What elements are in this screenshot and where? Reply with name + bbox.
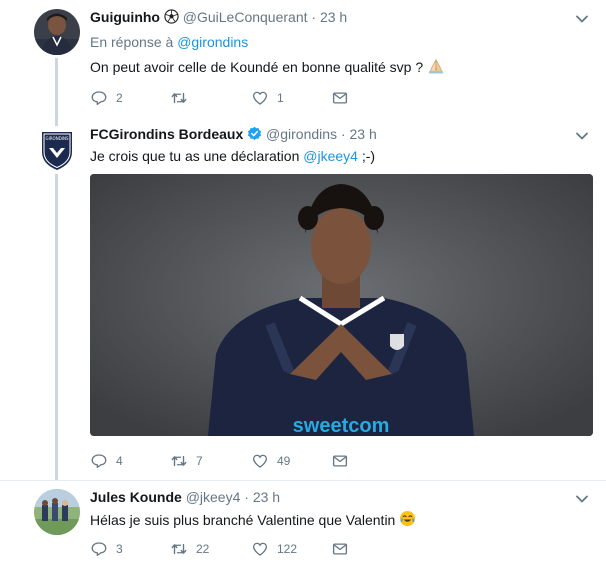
avatar[interactable] bbox=[34, 9, 80, 55]
tweet-text: On peut avoir celle de Koundé en bonne q… bbox=[90, 58, 445, 77]
reply-button[interactable]: 2 bbox=[90, 88, 123, 108]
handle[interactable]: @GuiLeConquerant bbox=[183, 9, 308, 25]
envelope-icon bbox=[332, 543, 348, 555]
like-button[interactable]: 122 bbox=[251, 539, 297, 559]
envelope-icon bbox=[332, 455, 348, 467]
reply-icon bbox=[91, 542, 107, 557]
separator: · bbox=[311, 9, 317, 25]
tweet-actions: 2 1 bbox=[90, 88, 590, 108]
retweet-icon bbox=[171, 455, 187, 467]
tweet-header: Jules Kounde @jkeey4 · 23 h bbox=[90, 489, 280, 505]
retweet-count: 7 bbox=[196, 454, 203, 468]
handle[interactable]: @jkeey4 bbox=[186, 489, 241, 505]
like-button[interactable]: 49 bbox=[251, 451, 290, 471]
tweet-header: FCGirondins Bordeaux @girondins · 23 h bbox=[90, 126, 377, 144]
tweet-media-photo[interactable]: sweetcom bbox=[90, 174, 593, 436]
envelope-icon bbox=[332, 92, 348, 104]
display-name[interactable]: FCGirondins Bordeaux bbox=[90, 126, 243, 142]
display-name[interactable]: Jules Kounde bbox=[90, 489, 182, 505]
like-button[interactable]: 1 bbox=[251, 88, 284, 108]
reply-mention[interactable]: @girondins bbox=[177, 34, 248, 50]
reply-icon bbox=[91, 91, 107, 106]
thread-line bbox=[55, 58, 58, 120]
like-count: 1 bbox=[277, 91, 284, 105]
reply-count: 2 bbox=[116, 91, 123, 105]
display-name[interactable]: Guiguinho bbox=[90, 9, 160, 25]
retweet-icon bbox=[171, 92, 187, 104]
face-with-tears-of-joy-icon bbox=[399, 510, 416, 530]
text-suffix: ;-) bbox=[361, 148, 376, 164]
tweet-header: Guiguinho @GuiLeConquerant · 23 h bbox=[90, 9, 347, 27]
retweet-count: 22 bbox=[196, 542, 210, 556]
text-mention[interactable]: @jkeey4 bbox=[303, 148, 358, 164]
tweet-jules-kounde[interactable]: Jules Kounde @jkeey4 · 23 h Hélas je sui… bbox=[0, 481, 606, 563]
reply-prefix: En réponse à bbox=[90, 34, 174, 50]
retweet-button[interactable]: 22 bbox=[170, 539, 209, 559]
reply-count: 3 bbox=[116, 542, 123, 556]
retweet-button[interactable]: 7 bbox=[170, 451, 203, 471]
separator: · bbox=[340, 126, 346, 142]
chevron-down-icon[interactable] bbox=[574, 491, 590, 507]
tweet-text-body: Hélas je suis plus branché Valentine que… bbox=[90, 512, 396, 528]
tweet-actions: 3 22 122 bbox=[90, 539, 590, 559]
reply-button[interactable]: 3 bbox=[90, 539, 123, 559]
like-count: 49 bbox=[277, 454, 291, 468]
verified-badge-icon bbox=[247, 126, 262, 144]
reply-count: 4 bbox=[116, 454, 123, 468]
timestamp[interactable]: 23 h bbox=[253, 489, 280, 505]
reply-icon bbox=[91, 454, 107, 469]
tweet-text: Je crois que tu as une déclaration @jkee… bbox=[90, 148, 375, 164]
separator: · bbox=[244, 489, 249, 505]
reply-context: En réponse à @girondins bbox=[90, 34, 248, 50]
tweet-actions: 4 7 49 bbox=[90, 451, 590, 471]
dm-button[interactable] bbox=[331, 539, 349, 559]
timestamp[interactable]: 23 h bbox=[350, 126, 377, 142]
dm-button[interactable] bbox=[331, 451, 349, 471]
soccer-ball-icon bbox=[164, 9, 179, 27]
like-count: 122 bbox=[277, 542, 298, 556]
heart-icon bbox=[252, 91, 268, 105]
tweet-guiguinho[interactable]: Guiguinho @GuiLeConquerant · 23 h En rép… bbox=[0, 0, 606, 120]
avatar[interactable] bbox=[34, 489, 80, 535]
chevron-down-icon[interactable] bbox=[574, 128, 590, 144]
sponsor-logo: sweetcom bbox=[293, 415, 390, 436]
svg-text:GIRONDINS: GIRONDINS bbox=[46, 136, 69, 141]
retweet-icon bbox=[171, 543, 187, 555]
thread-line bbox=[55, 174, 58, 480]
retweet-button[interactable] bbox=[170, 88, 196, 108]
heart-icon bbox=[252, 542, 268, 556]
avatar[interactable]: GIRONDINS bbox=[34, 126, 80, 172]
chevron-down-icon[interactable] bbox=[574, 11, 590, 27]
handle[interactable]: @girondins bbox=[266, 126, 337, 142]
reply-button[interactable]: 4 bbox=[90, 451, 123, 471]
tweet-text-body: On peut avoir celle de Koundé en bonne q… bbox=[90, 59, 424, 75]
tweet-text-body: Je crois que tu as une déclaration bbox=[90, 148, 300, 164]
dm-button[interactable] bbox=[331, 88, 349, 108]
timestamp[interactable]: 23 h bbox=[320, 9, 347, 25]
folded-hands-icon bbox=[427, 58, 445, 77]
tweet-text: Hélas je suis plus branché Valentine que… bbox=[90, 510, 416, 530]
heart-icon bbox=[252, 454, 268, 468]
